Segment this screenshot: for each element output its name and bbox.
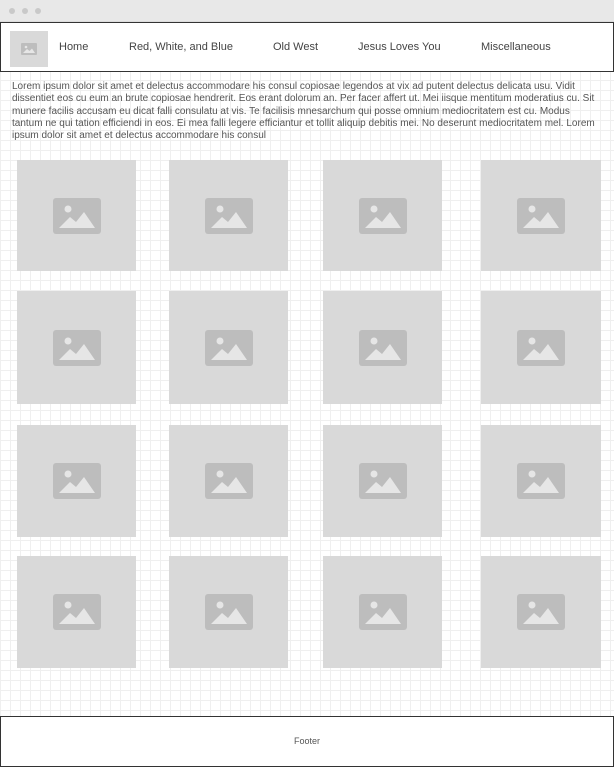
image-placeholder-icon — [517, 463, 565, 499]
intro-paragraph: Lorem ipsum dolor sit amet et delectus a… — [12, 81, 595, 142]
image-placeholder-icon — [52, 594, 101, 630]
nav-link-jesus-loves-you[interactable]: Jesus Loves You — [358, 23, 441, 71]
gallery-image-placeholder[interactable] — [17, 425, 136, 537]
nav-link-home[interactable]: Home — [59, 23, 88, 71]
gallery-image-placeholder[interactable] — [17, 556, 136, 668]
image-placeholder-icon — [358, 329, 407, 366]
gallery-image-placeholder[interactable] — [481, 556, 601, 668]
gallery-image-placeholder[interactable] — [323, 556, 442, 668]
image-placeholder-icon — [517, 197, 565, 234]
gallery-image-placeholder[interactable] — [481, 291, 601, 404]
window-title-bar — [0, 0, 614, 22]
gallery-image-placeholder[interactable] — [169, 291, 288, 404]
navbar: Home Red, White, and Blue Old West Jesus… — [0, 22, 614, 72]
image-placeholder-icon — [358, 594, 407, 630]
image-placeholder-icon — [204, 463, 253, 499]
nav-link-old-west[interactable]: Old West — [273, 23, 318, 71]
gallery-image-placeholder[interactable] — [481, 425, 601, 537]
window-close-dot[interactable] — [9, 8, 15, 14]
image-placeholder-icon — [517, 594, 565, 630]
nav-link-red-white-blue[interactable]: Red, White, and Blue — [129, 23, 233, 71]
image-placeholder-icon — [52, 463, 101, 499]
gallery-image-placeholder[interactable] — [481, 160, 601, 271]
image-placeholder-icon — [358, 463, 407, 499]
window-minimize-dot[interactable] — [22, 8, 28, 14]
footer: Footer — [0, 716, 614, 767]
window-maximize-dot[interactable] — [35, 8, 41, 14]
gallery-image-placeholder[interactable] — [17, 291, 136, 404]
image-placeholder-icon — [517, 329, 565, 366]
image-placeholder-icon — [52, 329, 101, 366]
footer-label: Footer — [293, 736, 320, 746]
image-placeholder-icon — [204, 329, 253, 366]
gallery-image-placeholder[interactable] — [169, 556, 288, 668]
gallery-image-placeholder[interactable] — [17, 160, 136, 271]
gallery-image-placeholder[interactable] — [323, 291, 442, 404]
gallery-image-placeholder[interactable] — [169, 425, 288, 537]
image-placeholder-icon — [204, 197, 253, 234]
image-placeholder-icon — [52, 197, 101, 234]
image-placeholder-icon — [204, 594, 253, 630]
nav-link-miscellaneous[interactable]: Miscellaneous — [481, 23, 551, 71]
logo-placeholder[interactable] — [10, 31, 48, 67]
gallery-image-placeholder[interactable] — [169, 160, 288, 271]
gallery-image-placeholder[interactable] — [323, 425, 442, 537]
gallery-image-placeholder[interactable] — [323, 160, 442, 271]
image-placeholder-icon — [358, 197, 407, 234]
logo-image-icon — [21, 43, 37, 55]
